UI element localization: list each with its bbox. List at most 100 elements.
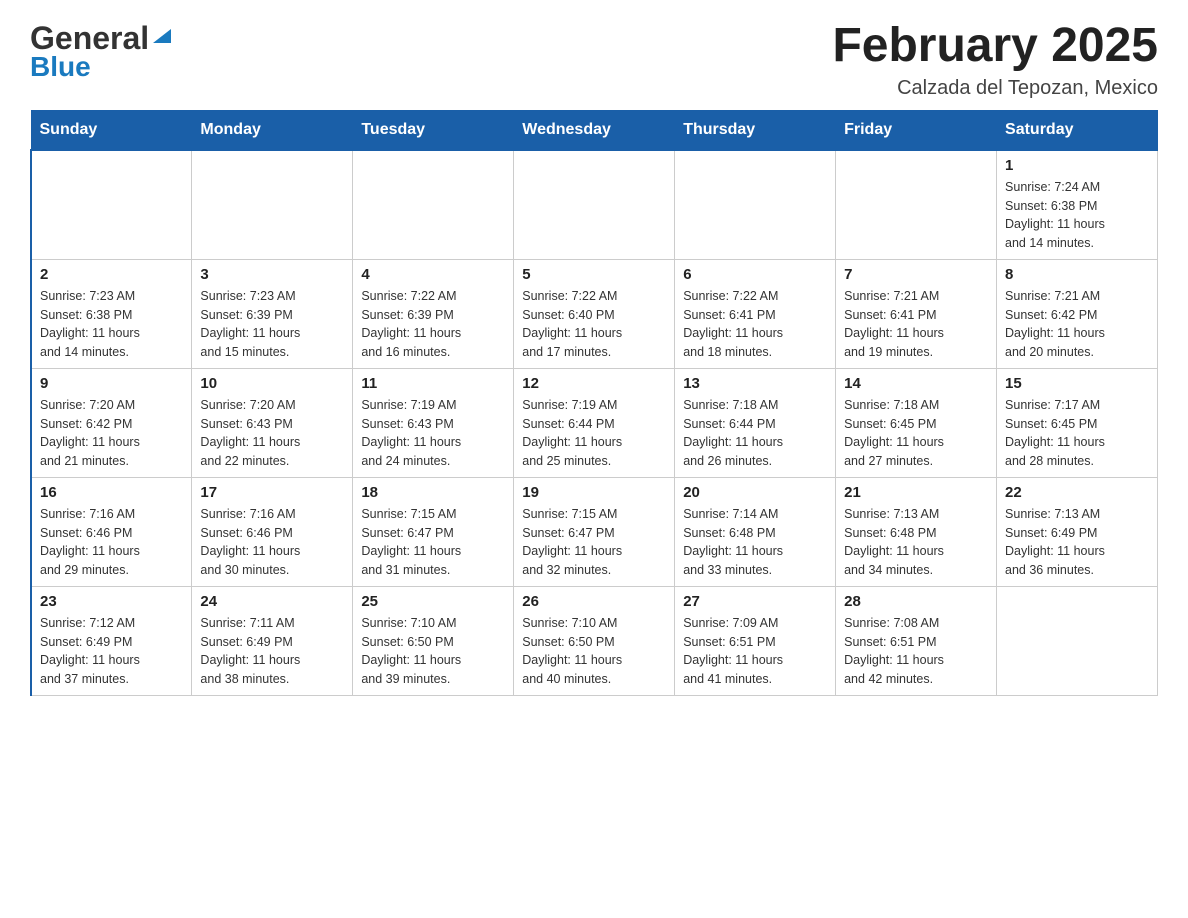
day-number: 28 (844, 593, 988, 610)
day-number: 23 (40, 593, 183, 610)
day-number: 17 (200, 484, 344, 501)
day-info: Sunrise: 7:13 AMSunset: 6:49 PMDaylight:… (1005, 505, 1149, 580)
calendar-cell: 6 Sunrise: 7:22 AMSunset: 6:41 PMDaylight… (675, 259, 836, 368)
day-number: 12 (522, 375, 666, 392)
calendar-week-row: 23 Sunrise: 7:12 AMSunset: 6:49 PMDayligh… (31, 586, 1158, 695)
day-info: Sunrise: 7:16 AMSunset: 6:46 PMDaylight:… (40, 505, 183, 580)
day-number: 16 (40, 484, 183, 501)
day-info: Sunrise: 7:16 AMSunset: 6:46 PMDaylight:… (200, 505, 344, 580)
day-number: 1 (1005, 157, 1149, 174)
day-number: 14 (844, 375, 988, 392)
day-number: 10 (200, 375, 344, 392)
calendar-cell: 17 Sunrise: 7:16 AMSunset: 6:46 PMDayligh… (192, 477, 353, 586)
calendar-cell: 10 Sunrise: 7:20 AMSunset: 6:43 PMDayligh… (192, 368, 353, 477)
weekday-header-tuesday: Tuesday (353, 110, 514, 150)
calendar-cell (836, 150, 997, 260)
day-number: 11 (361, 375, 505, 392)
calendar-week-row: 16 Sunrise: 7:16 AMSunset: 6:46 PMDayligh… (31, 477, 1158, 586)
page-header: General Blue February 2025 Calzada del T… (30, 20, 1158, 100)
day-info: Sunrise: 7:20 AMSunset: 6:42 PMDaylight:… (40, 396, 183, 471)
day-number: 26 (522, 593, 666, 610)
calendar-cell: 24Sunrise: 7:11 AMSunset: 6:49 PMDayligh… (192, 586, 353, 695)
calendar-cell: 5 Sunrise: 7:22 AMSunset: 6:40 PMDaylight… (514, 259, 675, 368)
calendar-cell: 14 Sunrise: 7:18 AMSunset: 6:45 PMDayligh… (836, 368, 997, 477)
calendar-table: SundayMondayTuesdayWednesdayThursdayFrid… (30, 110, 1158, 696)
weekday-header-thursday: Thursday (675, 110, 836, 150)
day-info: Sunrise: 7:18 AMSunset: 6:45 PMDaylight:… (844, 396, 988, 471)
day-info: Sunrise: 7:08 AMSunset: 6:51 PMDaylight:… (844, 614, 988, 689)
day-info: Sunrise: 7:22 AMSunset: 6:41 PMDaylight:… (683, 287, 827, 362)
day-info: Sunrise: 7:10 AMSunset: 6:50 PMDaylight:… (361, 614, 505, 689)
day-info: Sunrise: 7:23 AMSunset: 6:38 PMDaylight:… (40, 287, 183, 362)
day-info: Sunrise: 7:22 AMSunset: 6:39 PMDaylight:… (361, 287, 505, 362)
calendar-cell: 8 Sunrise: 7:21 AMSunset: 6:42 PMDaylight… (997, 259, 1158, 368)
calendar-cell: 27Sunrise: 7:09 AMSunset: 6:51 PMDayligh… (675, 586, 836, 695)
logo-triangle-icon (151, 25, 173, 47)
day-info: Sunrise: 7:12 AMSunset: 6:49 PMDaylight:… (40, 614, 183, 689)
logo-blue: Blue (30, 51, 91, 83)
day-info: Sunrise: 7:24 AMSunset: 6:38 PMDaylight:… (1005, 178, 1149, 253)
calendar-cell: 13 Sunrise: 7:18 AMSunset: 6:44 PMDayligh… (675, 368, 836, 477)
day-info: Sunrise: 7:17 AMSunset: 6:45 PMDaylight:… (1005, 396, 1149, 471)
day-number: 5 (522, 266, 666, 283)
day-number: 15 (1005, 375, 1149, 392)
day-info: Sunrise: 7:13 AMSunset: 6:48 PMDaylight:… (844, 505, 988, 580)
day-info: Sunrise: 7:21 AMSunset: 6:42 PMDaylight:… (1005, 287, 1149, 362)
day-number: 13 (683, 375, 827, 392)
day-info: Sunrise: 7:18 AMSunset: 6:44 PMDaylight:… (683, 396, 827, 471)
day-number: 19 (522, 484, 666, 501)
day-number: 3 (200, 266, 344, 283)
day-number: 2 (40, 266, 183, 283)
calendar-body: 1 Sunrise: 7:24 AMSunset: 6:38 PMDaylight… (31, 150, 1158, 696)
day-number: 20 (683, 484, 827, 501)
calendar-cell (514, 150, 675, 260)
day-info: Sunrise: 7:19 AMSunset: 6:44 PMDaylight:… (522, 396, 666, 471)
day-info: Sunrise: 7:15 AMSunset: 6:47 PMDaylight:… (522, 505, 666, 580)
weekday-header-row: SundayMondayTuesdayWednesdayThursdayFrid… (31, 110, 1158, 150)
calendar-cell: 12 Sunrise: 7:19 AMSunset: 6:44 PMDayligh… (514, 368, 675, 477)
calendar-cell: 25 Sunrise: 7:10 AMSunset: 6:50 PMDayligh… (353, 586, 514, 695)
calendar-cell: 26Sunrise: 7:10 AMSunset: 6:50 PMDayligh… (514, 586, 675, 695)
calendar-cell: 18Sunrise: 7:15 AMSunset: 6:47 PMDayligh… (353, 477, 514, 586)
calendar-header: SundayMondayTuesdayWednesdayThursdayFrid… (31, 110, 1158, 150)
day-info: Sunrise: 7:22 AMSunset: 6:40 PMDaylight:… (522, 287, 666, 362)
calendar-cell: 28 Sunrise: 7:08 AMSunset: 6:51 PMDayligh… (836, 586, 997, 695)
calendar-cell: 11 Sunrise: 7:19 AMSunset: 6:43 PMDayligh… (353, 368, 514, 477)
day-number: 6 (683, 266, 827, 283)
calendar-cell (353, 150, 514, 260)
calendar-cell (997, 586, 1158, 695)
calendar-cell (675, 150, 836, 260)
day-number: 9 (40, 375, 183, 392)
calendar-cell: 23 Sunrise: 7:12 AMSunset: 6:49 PMDayligh… (31, 586, 192, 695)
calendar-week-row: 9 Sunrise: 7:20 AMSunset: 6:42 PMDaylight… (31, 368, 1158, 477)
day-number: 8 (1005, 266, 1149, 283)
calendar-cell: 20 Sunrise: 7:14 AMSunset: 6:48 PMDayligh… (675, 477, 836, 586)
calendar-cell: 3 Sunrise: 7:23 AMSunset: 6:39 PMDaylight… (192, 259, 353, 368)
page-subtitle: Calzada del Tepozan, Mexico (832, 77, 1158, 100)
weekday-header-sunday: Sunday (31, 110, 192, 150)
calendar-cell: 16 Sunrise: 7:16 AMSunset: 6:46 PMDayligh… (31, 477, 192, 586)
weekday-header-saturday: Saturday (997, 110, 1158, 150)
day-number: 4 (361, 266, 505, 283)
day-number: 25 (361, 593, 505, 610)
day-number: 7 (844, 266, 988, 283)
calendar-week-row: 2 Sunrise: 7:23 AMSunset: 6:38 PMDaylight… (31, 259, 1158, 368)
day-info: Sunrise: 7:20 AMSunset: 6:43 PMDaylight:… (200, 396, 344, 471)
calendar-cell: 21 Sunrise: 7:13 AMSunset: 6:48 PMDayligh… (836, 477, 997, 586)
calendar-cell: 9 Sunrise: 7:20 AMSunset: 6:42 PMDaylight… (31, 368, 192, 477)
weekday-header-monday: Monday (192, 110, 353, 150)
calendar-cell: 1 Sunrise: 7:24 AMSunset: 6:38 PMDaylight… (997, 150, 1158, 260)
calendar-cell (31, 150, 192, 260)
page-title: February 2025 (832, 20, 1158, 73)
calendar-cell: 19 Sunrise: 7:15 AMSunset: 6:47 PMDayligh… (514, 477, 675, 586)
day-info: Sunrise: 7:19 AMSunset: 6:43 PMDaylight:… (361, 396, 505, 471)
day-info: Sunrise: 7:11 AMSunset: 6:49 PMDaylight:… (200, 614, 344, 689)
day-info: Sunrise: 7:23 AMSunset: 6:39 PMDaylight:… (200, 287, 344, 362)
day-number: 27 (683, 593, 827, 610)
day-info: Sunrise: 7:21 AMSunset: 6:41 PMDaylight:… (844, 287, 988, 362)
calendar-cell: 2 Sunrise: 7:23 AMSunset: 6:38 PMDaylight… (31, 259, 192, 368)
day-info: Sunrise: 7:14 AMSunset: 6:48 PMDaylight:… (683, 505, 827, 580)
day-number: 22 (1005, 484, 1149, 501)
day-number: 21 (844, 484, 988, 501)
calendar-cell: 7 Sunrise: 7:21 AMSunset: 6:41 PMDaylight… (836, 259, 997, 368)
